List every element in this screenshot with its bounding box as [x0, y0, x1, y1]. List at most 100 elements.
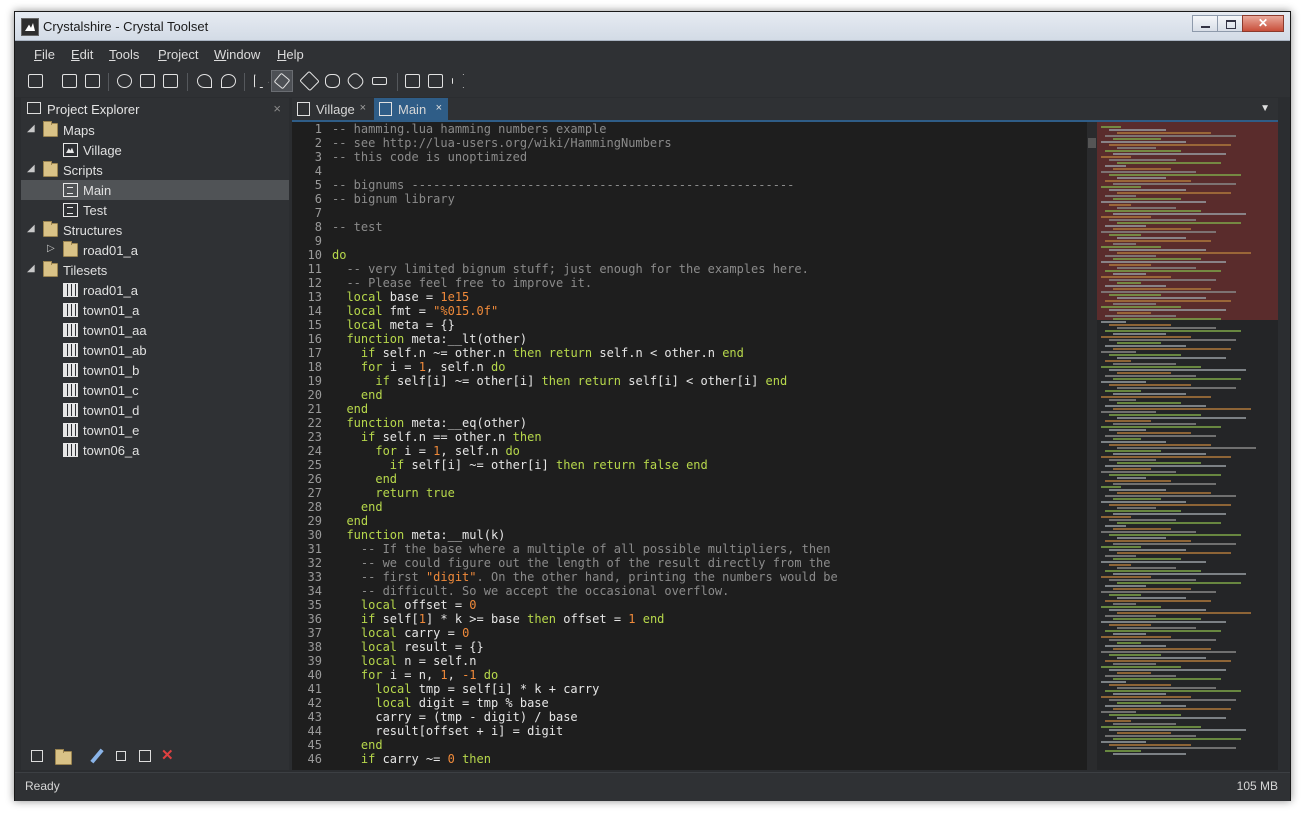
- code-line[interactable]: if self.n == other.n then: [332, 430, 1087, 444]
- code-line[interactable]: local fmt = "%015.0f": [332, 304, 1087, 318]
- code-line[interactable]: end: [332, 388, 1087, 402]
- code-line[interactable]: end: [332, 472, 1087, 486]
- code-line[interactable]: -- bignum library: [332, 192, 1087, 206]
- code-line[interactable]: -- bignums -----------------------------…: [332, 178, 1087, 192]
- tree-item-town01-b[interactable]: town01_b: [21, 360, 289, 380]
- minimize-button[interactable]: [1192, 15, 1218, 32]
- menu-help[interactable]: Help: [277, 47, 304, 62]
- tree-item-main[interactable]: Main: [21, 180, 289, 200]
- add-folder-icon[interactable]: [54, 748, 72, 765]
- code-line[interactable]: local result = {}: [332, 640, 1087, 654]
- scrollbar-thumb[interactable]: [1088, 138, 1096, 148]
- title-bar[interactable]: Crystalshire - Crystal Toolset: [15, 12, 1290, 41]
- code-line[interactable]: carry = (tmp - digit) / base: [332, 710, 1087, 724]
- tree-item-town06-a[interactable]: town06_a: [21, 440, 289, 460]
- code-line[interactable]: [332, 234, 1087, 248]
- brush-icon[interactable]: [271, 70, 293, 92]
- code-line[interactable]: -- very limited bignum stuff; just enoug…: [332, 262, 1087, 276]
- tree-item-maps[interactable]: ◢ Maps: [21, 120, 289, 140]
- code-line[interactable]: end: [332, 738, 1087, 752]
- code-line[interactable]: function meta:__eq(other): [332, 416, 1087, 430]
- eraser-icon[interactable]: [299, 70, 320, 92]
- eyedropper-icon[interactable]: [345, 70, 366, 92]
- code-line[interactable]: if carry ~= 0 then: [332, 752, 1087, 766]
- tree-item-tilesets[interactable]: ◢ Tilesets: [21, 260, 289, 280]
- code-line[interactable]: local digit = tmp % base: [332, 696, 1087, 710]
- code-line[interactable]: [332, 206, 1087, 220]
- code-line[interactable]: local n = self.n: [332, 654, 1087, 668]
- tree-item-village[interactable]: Village: [21, 140, 289, 160]
- code-line[interactable]: result[offset + i] = digit: [332, 724, 1087, 738]
- code-line[interactable]: function meta:__lt(other): [332, 332, 1087, 346]
- select-pointer-icon[interactable]: [253, 73, 270, 89]
- tree-item-road01-a[interactable]: ▷ road01_a: [21, 240, 289, 260]
- rectangle-icon[interactable]: [371, 73, 388, 89]
- code-editor[interactable]: 1 2 3 4 5 6 7 8 9 10 11 12 13 14 15 16 17 18 19 20 21 22 23 24 2…: [292, 122, 1087, 770]
- code-line[interactable]: local carry = 0: [332, 626, 1087, 640]
- menu-file[interactable]: File: [34, 47, 55, 62]
- code-line[interactable]: function meta:__mul(k): [332, 528, 1087, 542]
- copy-icon[interactable]: [139, 73, 156, 89]
- code-line[interactable]: local meta = {}: [332, 318, 1087, 332]
- code-line[interactable]: if self.n ~= other.n then return self.n …: [332, 346, 1087, 360]
- expanded-arrow-icon[interactable]: ◢: [27, 263, 35, 274]
- expanded-arrow-icon[interactable]: ◢: [27, 223, 35, 234]
- code-line[interactable]: if self[1] * k >= base then offset = 1 e…: [332, 612, 1087, 626]
- code-line[interactable]: local base = 1e15: [332, 290, 1087, 304]
- redo-icon[interactable]: [220, 73, 237, 89]
- code-line[interactable]: -- this code is unoptimized: [332, 150, 1087, 164]
- code-line[interactable]: -- we could figure out the length of the…: [332, 556, 1087, 570]
- expanded-arrow-icon[interactable]: ◢: [27, 123, 35, 134]
- tree-item-town01-a[interactable]: town01_a: [21, 300, 289, 320]
- cut-icon[interactable]: [116, 73, 133, 89]
- code-line[interactable]: for i = 1, self.n do: [332, 444, 1087, 458]
- code-line[interactable]: local tmp = self[i] * k + carry: [332, 682, 1087, 696]
- close-icon[interactable]: ×: [360, 102, 366, 114]
- tree-item-road01-a[interactable]: road01_a: [21, 280, 289, 300]
- image-icon[interactable]: [427, 73, 444, 89]
- code-line[interactable]: -- difficult. So we accept the occasiona…: [332, 584, 1087, 598]
- code-line[interactable]: local offset = 0: [332, 598, 1087, 612]
- menu-tools[interactable]: Tools: [109, 47, 139, 62]
- tree-item-structures[interactable]: ◢ Structures: [21, 220, 289, 240]
- undo-icon[interactable]: [196, 73, 213, 89]
- close-icon[interactable]: ×: [436, 102, 442, 114]
- paste-icon[interactable]: [162, 73, 179, 89]
- code-line[interactable]: -- test: [332, 220, 1087, 234]
- code-line[interactable]: -- first "digit". On the other hand, pri…: [332, 570, 1087, 584]
- tab-main[interactable]: Main ×: [374, 98, 448, 120]
- code-text[interactable]: -- hamming.lua hamming numbers example --…: [332, 122, 1087, 766]
- chevron-down-icon[interactable]: ▼: [1260, 103, 1270, 114]
- code-line[interactable]: end: [332, 500, 1087, 514]
- code-line[interactable]: end: [332, 402, 1087, 416]
- code-minimap[interactable]: [1087, 122, 1278, 770]
- add-dropdown-icon[interactable]: [29, 748, 45, 764]
- close-icon[interactable]: ×: [273, 101, 281, 116]
- code-line[interactable]: for i = 1, self.n do: [332, 360, 1087, 374]
- menu-edit[interactable]: Edit: [71, 47, 93, 62]
- tree-item-town01-e[interactable]: town01_e: [21, 420, 289, 440]
- code-line[interactable]: return true: [332, 486, 1087, 500]
- maximize-button[interactable]: [1217, 15, 1243, 32]
- scrollbar[interactable]: [1087, 122, 1097, 770]
- layer-icon[interactable]: [404, 73, 421, 89]
- close-window-button[interactable]: [1242, 15, 1284, 32]
- code-line[interactable]: if self[i] ~= other[i] then return false…: [332, 458, 1087, 472]
- code-line[interactable]: -- If the base where a multiple of all p…: [332, 542, 1087, 556]
- tree-item-test[interactable]: Test: [21, 200, 289, 220]
- expanded-arrow-icon[interactable]: ◢: [27, 163, 35, 174]
- code-line[interactable]: [332, 164, 1087, 178]
- tree-item-town01-aa[interactable]: town01_aa: [21, 320, 289, 340]
- tree-item-scripts[interactable]: ◢ Scripts: [21, 160, 289, 180]
- new-dropdown-icon[interactable]: [27, 73, 44, 89]
- tree-item-town01-ab[interactable]: town01_ab: [21, 340, 289, 360]
- code-line[interactable]: -- see http://lua-users.org/wiki/Hamming…: [332, 136, 1087, 150]
- code-line[interactable]: -- Please feel free to improve it.: [332, 276, 1087, 290]
- code-line[interactable]: if self[i] ~= other[i] then return self[…: [332, 374, 1087, 388]
- tree-item-town01-d[interactable]: town01_d: [21, 400, 289, 420]
- code-line[interactable]: do: [332, 248, 1087, 262]
- code-line[interactable]: end: [332, 514, 1087, 528]
- code-line[interactable]: for i = n, 1, -1 do: [332, 668, 1087, 682]
- save-icon[interactable]: [61, 73, 78, 89]
- sound-icon[interactable]: [451, 73, 468, 89]
